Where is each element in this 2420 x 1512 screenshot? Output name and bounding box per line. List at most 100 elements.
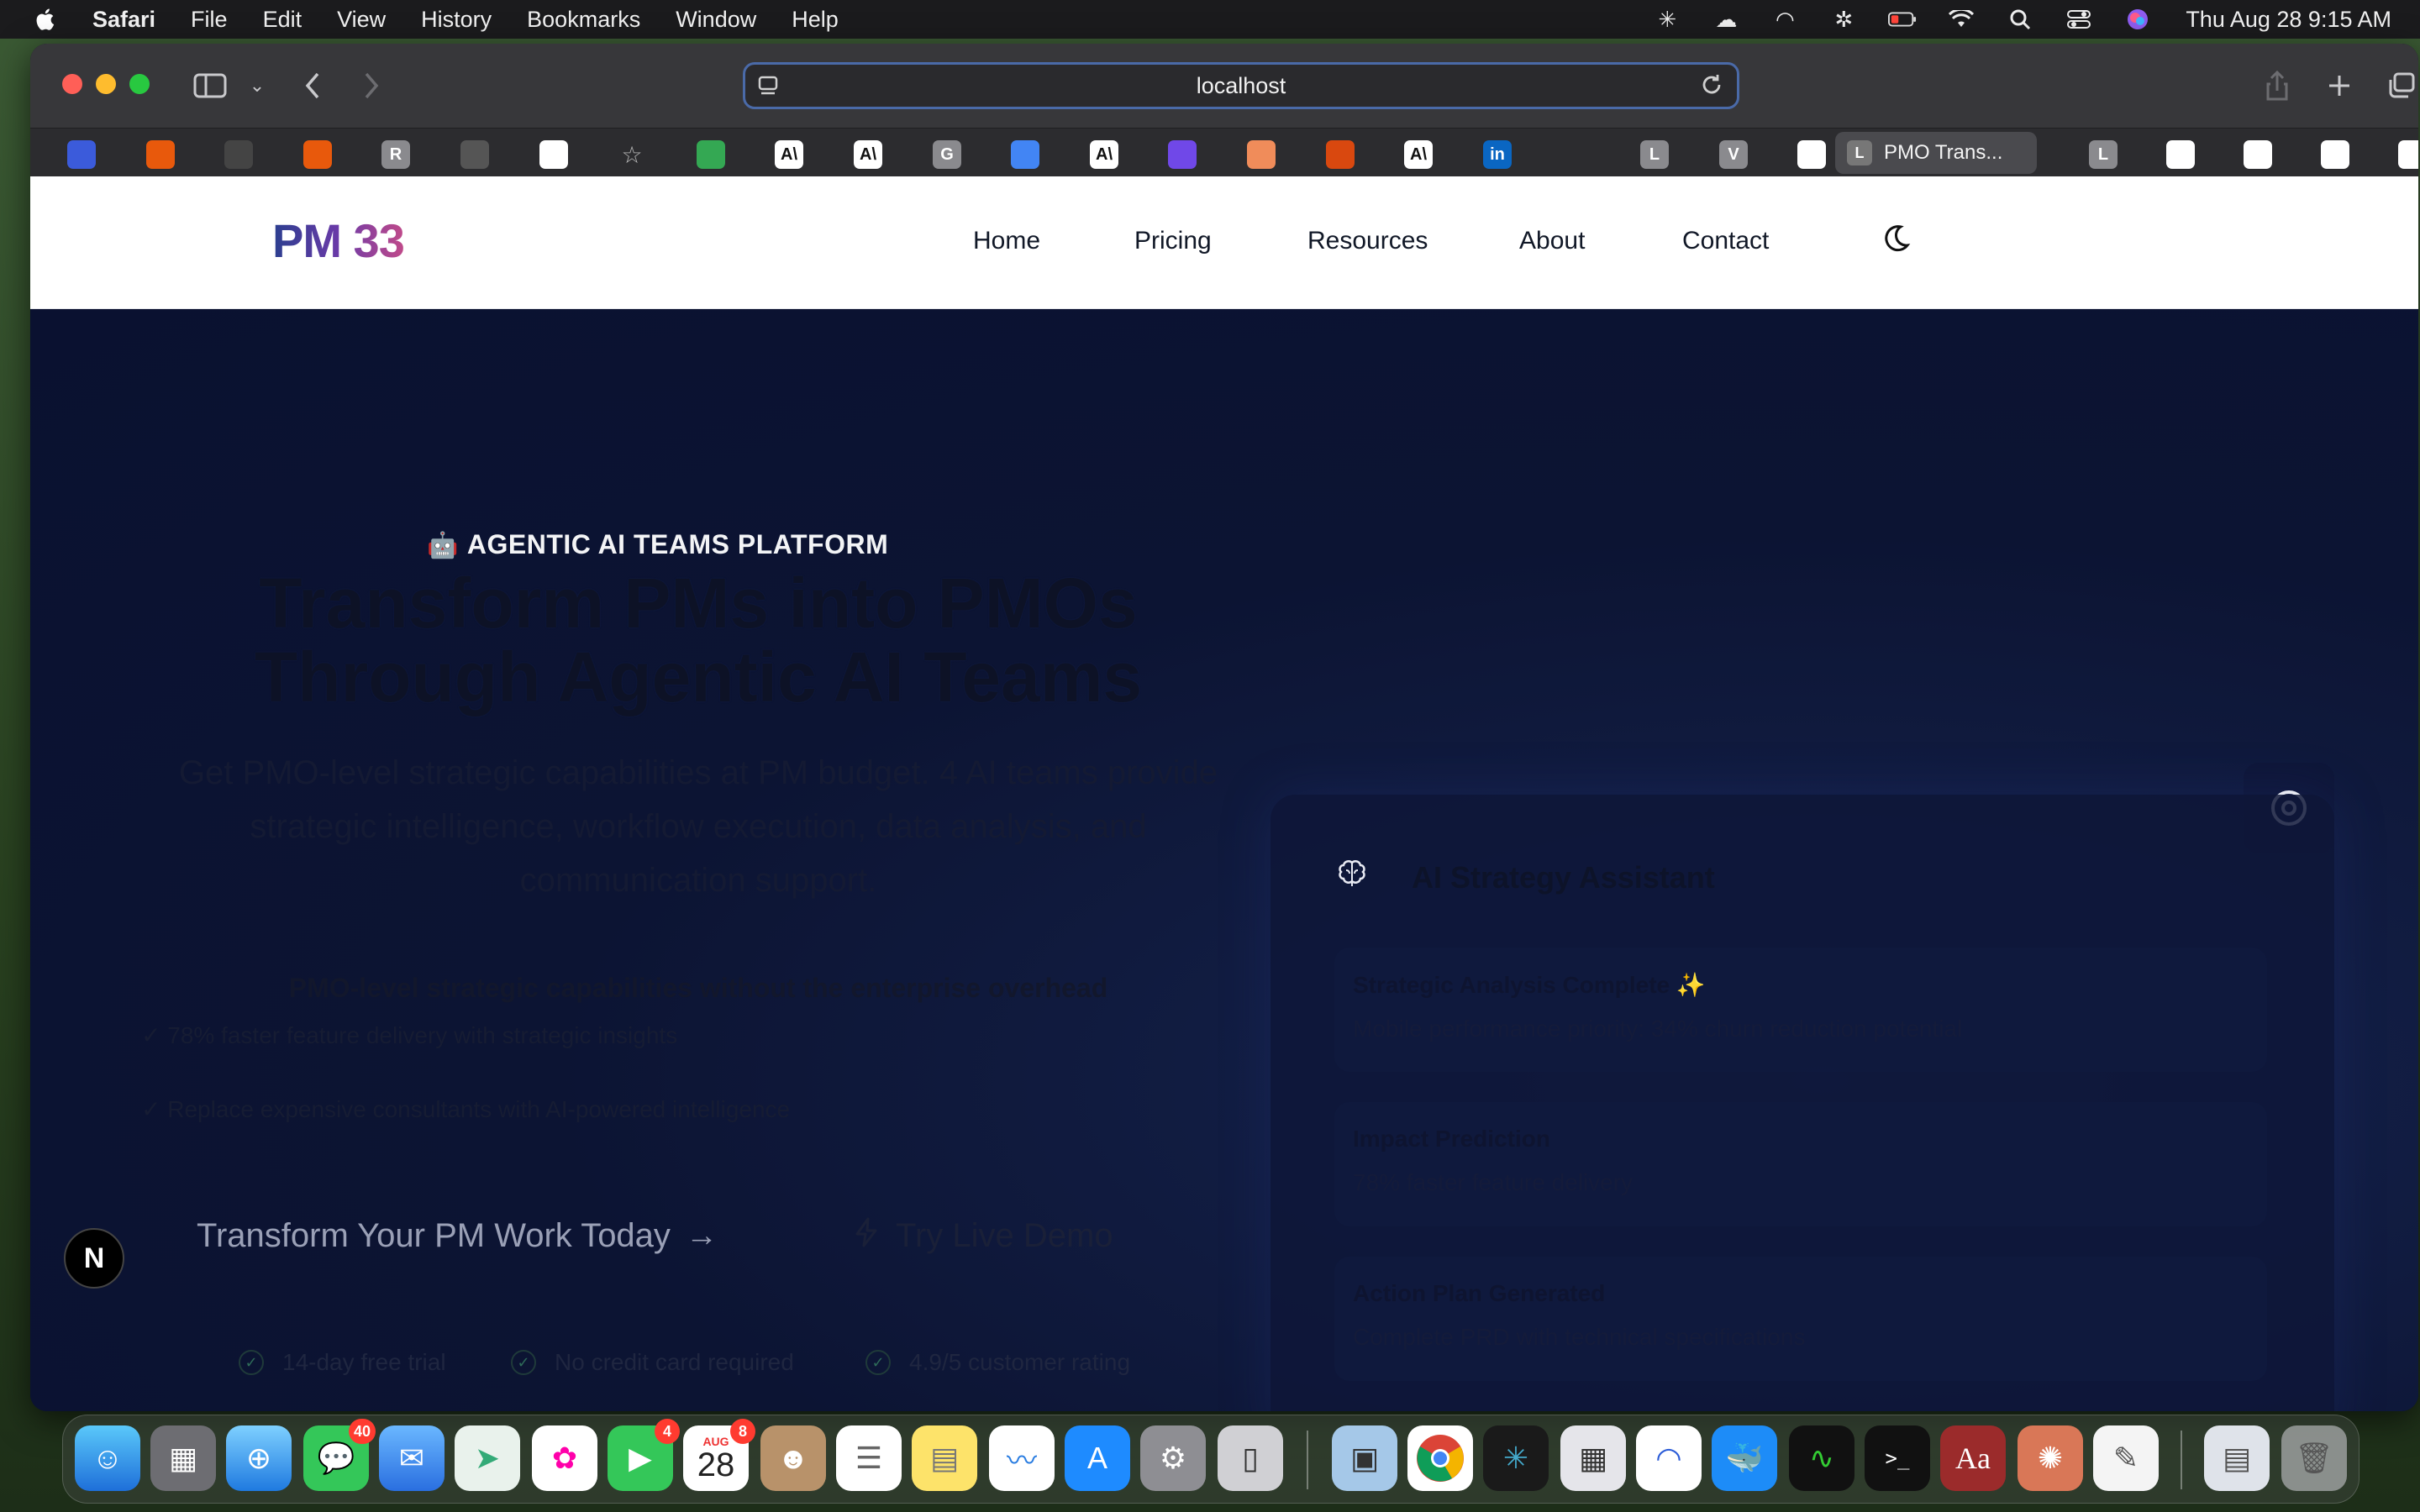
insight-card[interactable]: Impact Prediction 78% faster feature del… (1334, 1102, 2267, 1226)
arc-status-icon[interactable]: ◠ (1770, 7, 1799, 32)
tab-overview-icon[interactable] (2383, 67, 2418, 104)
favorite-blocks-icon[interactable] (303, 140, 332, 169)
favorite-anthropic-icon[interactable]: A\ (1090, 140, 1118, 169)
favorite-circle-icon[interactable] (2321, 140, 2349, 169)
menu-window[interactable]: Window (676, 7, 756, 33)
siri-icon[interactable] (2123, 7, 2152, 32)
address-bar[interactable]: localhost (743, 62, 1739, 109)
reminders-icon[interactable]: ☰ (836, 1425, 902, 1491)
page-menu-icon[interactable] (757, 75, 781, 98)
photos-icon[interactable]: ✿ (532, 1425, 597, 1491)
favorite-letter-icon[interactable]: G (933, 140, 961, 169)
battery-icon[interactable] (1888, 7, 1917, 32)
iphone-mirroring-icon[interactable]: ▯ (1218, 1425, 1283, 1491)
nav-pricing[interactable]: Pricing (1134, 227, 1212, 255)
zoom-window-button[interactable] (129, 74, 150, 94)
downloads-folder-icon[interactable]: ▤ (2204, 1425, 2270, 1491)
reload-icon[interactable] (1700, 73, 1725, 98)
menu-app-name[interactable]: Safari (92, 7, 155, 33)
favorite-letter-icon[interactable]: R (381, 140, 410, 169)
system-settings-icon[interactable]: ⚙ (1140, 1425, 1206, 1491)
favorite-triangle-icon[interactable] (2244, 140, 2272, 169)
back-arrow-icon[interactable] (294, 67, 331, 104)
menu-view[interactable]: View (337, 7, 386, 33)
insight-card[interactable]: Action Plan Generated Complete PRD with … (1334, 1257, 2267, 1381)
mail-icon[interactable]: ✉ (379, 1425, 445, 1491)
favorite-circle-icon[interactable] (539, 140, 568, 169)
favorite-star-icon[interactable]: ☆ (618, 140, 646, 169)
favorite-triangle-icon[interactable] (1797, 140, 1826, 169)
menu-edit[interactable]: Edit (263, 7, 302, 33)
favorite-triangle-icon[interactable] (2166, 140, 2195, 169)
activity-monitor-icon[interactable]: ∿ (1789, 1425, 1854, 1491)
gear-status-icon[interactable]: ✲ (1829, 7, 1858, 32)
perplexity-icon[interactable]: ✳ (1483, 1425, 1549, 1491)
safari-icon[interactable]: ⊕ (226, 1425, 292, 1491)
control-center-icon[interactable] (2065, 7, 2093, 32)
finder-icon[interactable]: ☺ (75, 1425, 140, 1491)
favorite-anthropic-icon[interactable]: A\ (854, 140, 882, 169)
sidebar-toggle-icon[interactable] (192, 67, 229, 104)
nav-resources[interactable]: Resources (1307, 227, 1428, 255)
textedit-icon[interactable]: ✎ (2093, 1425, 2159, 1491)
favorite-letter-icon[interactable]: V (1719, 140, 1748, 169)
insight-card[interactable]: Strategic Analysis Complete ✨ Mobile per… (1334, 948, 2267, 1072)
menu-help[interactable]: Help (792, 7, 839, 33)
apple-icon[interactable] (34, 7, 59, 32)
contacts-icon[interactable]: ☻ (760, 1425, 826, 1491)
nav-contact[interactable]: Contact (1682, 227, 1769, 255)
url-text[interactable]: localhost (1197, 73, 1286, 99)
menu-file[interactable]: File (191, 7, 228, 33)
favorite-drive-icon[interactable] (697, 140, 725, 169)
freeform-icon[interactable]: 〰 (989, 1425, 1055, 1491)
calendar-icon[interactable]: AUG 28 8 (683, 1419, 755, 1491)
favorite-linkedin-icon[interactable]: in (1483, 140, 1512, 169)
favorite-letter-icon[interactable]: L (2089, 140, 2118, 169)
close-window-button[interactable] (62, 74, 82, 94)
docker-icon[interactable]: 🐳 (1712, 1425, 1777, 1491)
menu-bookmarks[interactable]: Bookmarks (527, 7, 640, 33)
favorite-grid-icon[interactable] (460, 140, 489, 169)
chrome-icon[interactable] (1407, 1425, 1473, 1491)
favorite-compass-icon[interactable] (1561, 140, 1590, 169)
new-tab-plus-icon[interactable] (2321, 67, 2358, 104)
sparkle-status-icon[interactable]: ✳ (1653, 7, 1681, 32)
nextjs-dev-badge[interactable]: N (64, 1228, 124, 1289)
favorite-letter-icon[interactable]: L (1640, 140, 1669, 169)
favorite-anthropic-icon[interactable]: A\ (775, 140, 803, 169)
favorite-app-icon[interactable] (67, 140, 96, 169)
dictionary-icon[interactable]: Aa (1940, 1425, 2006, 1491)
site-logo[interactable]: PM 33 (272, 213, 405, 268)
favorite-triangle-icon[interactable] (2398, 140, 2418, 169)
nav-about[interactable]: About (1519, 227, 1585, 255)
minimize-window-button[interactable] (96, 74, 116, 94)
forward-arrow-icon[interactable] (353, 67, 390, 104)
share-icon[interactable] (2259, 67, 2296, 104)
dark-mode-toggle-icon[interactable] (1879, 222, 1916, 259)
tab-pmo-transform[interactable]: L PMO Trans... (1835, 132, 2037, 174)
favorite-sparkle-icon[interactable] (1247, 140, 1276, 169)
favorite-scan-icon[interactable] (224, 140, 253, 169)
favorite-image-icon[interactable] (1326, 140, 1355, 169)
cta-live-demo-button[interactable]: Try Live Demo (854, 1206, 1113, 1265)
terminal-icon[interactable]: >_ (1865, 1425, 1930, 1491)
launchpad-icon[interactable]: ▦ (150, 1425, 216, 1491)
maps-icon[interactable]: ➤ (455, 1425, 520, 1491)
app-store-icon[interactable]: A (1065, 1425, 1130, 1491)
cta-primary-button[interactable]: Transform Your PM Work Today → (197, 1206, 718, 1265)
chevron-down-icon[interactable]: ⌄ (239, 67, 276, 104)
arc-browser-icon[interactable]: ◠ (1636, 1425, 1702, 1491)
spotlight-search-icon[interactable] (2006, 7, 2034, 32)
preview-icon[interactable]: ▣ (1332, 1425, 1397, 1491)
nav-home[interactable]: Home (973, 227, 1040, 255)
claude-icon[interactable]: ✺ (2018, 1425, 2083, 1491)
favorite-anthropic-icon[interactable]: A\ (1404, 140, 1433, 169)
clock[interactable]: Thu Aug 28 9:15 AM (2186, 7, 2391, 33)
trash-icon[interactable]: 🗑 (2281, 1425, 2347, 1491)
calculator-icon[interactable]: ▦ (1560, 1425, 1626, 1491)
weather-status-icon[interactable]: ☁ (1712, 7, 1740, 32)
notes-icon[interactable]: ▤ (912, 1425, 977, 1491)
favorite-tiles-icon[interactable] (1011, 140, 1039, 169)
menu-history[interactable]: History (421, 7, 492, 33)
favorite-app-icon[interactable] (1168, 140, 1197, 169)
